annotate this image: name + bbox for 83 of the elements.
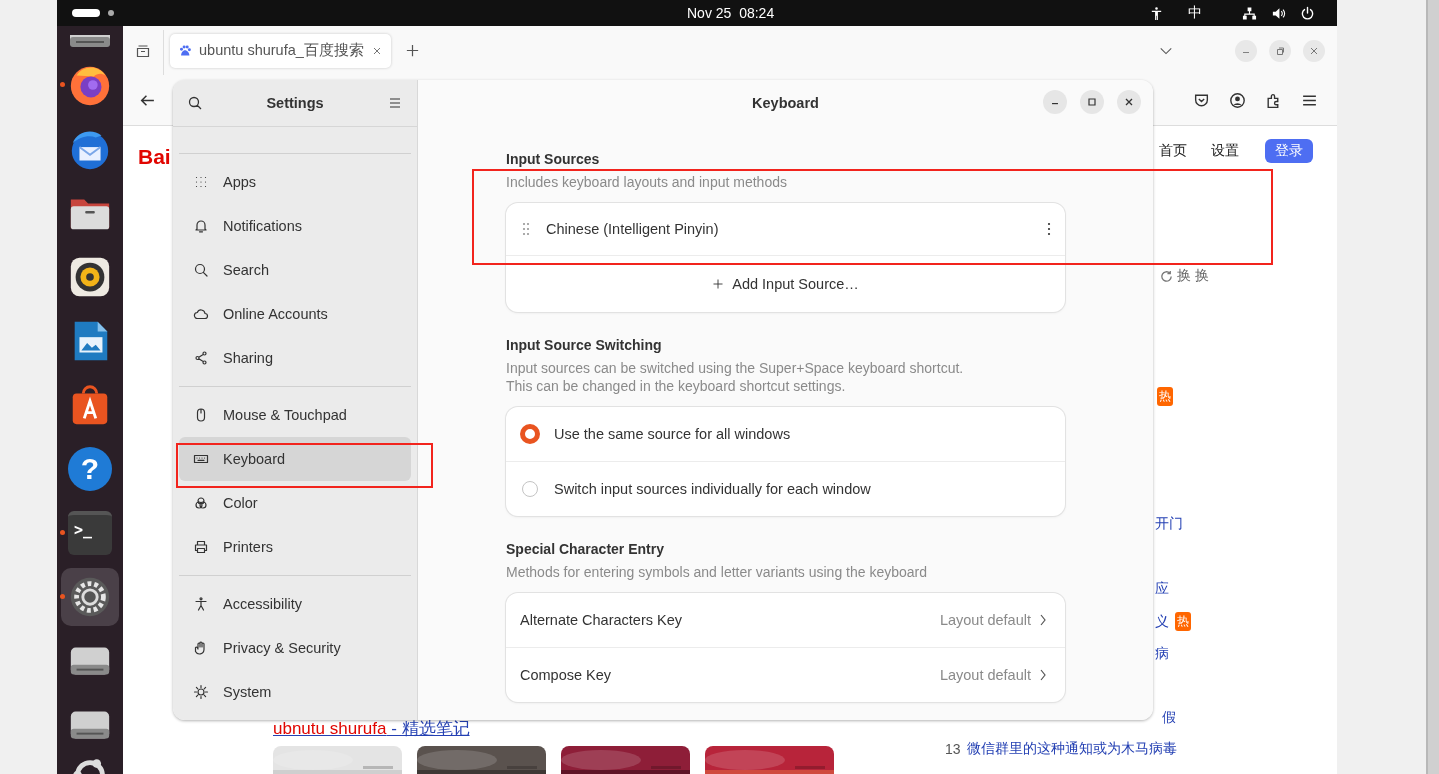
- search-icon[interactable]: [187, 95, 203, 111]
- drive-icon: [70, 35, 110, 47]
- chevron-right-icon: [1039, 667, 1047, 683]
- drag-handle-icon[interactable]: [522, 221, 530, 237]
- input-source-row[interactable]: Chinese (Intelligent Pinyin): [506, 203, 1065, 256]
- sidebar-item[interactable]: Online Accounts: [179, 292, 411, 336]
- share-icon: [193, 350, 209, 366]
- sidebar-title: Settings: [266, 95, 324, 111]
- news-link[interactable]: 义: [1155, 612, 1169, 631]
- section-description: Methods for entering symbols and letter variants using the keyboard: [506, 563, 928, 581]
- more-options-icon[interactable]: [1047, 221, 1051, 237]
- sidebar-item[interactable]: Apps: [179, 160, 411, 204]
- news-link[interactable]: 微信群里的这种通知或为木马病毒: [967, 740, 1177, 758]
- hot-tag: 热: [1175, 612, 1191, 631]
- sidebar-item[interactable]: Sharing: [179, 336, 411, 380]
- radio-option[interactable]: Use the same source for all windows: [506, 407, 1065, 462]
- launcher-button[interactable]: [61, 568, 119, 626]
- terminal-icon: >_: [68, 511, 112, 555]
- input-method-indicator[interactable]: 中: [1188, 4, 1202, 22]
- news-link[interactable]: 病: [1155, 645, 1169, 663]
- refresh-link[interactable]: 换 换: [1177, 267, 1209, 285]
- workspace-dot[interactable]: [108, 10, 114, 16]
- new-tab-icon[interactable]: [405, 43, 420, 58]
- close-button[interactable]: [1303, 39, 1325, 62]
- chevron-right-icon: [1039, 612, 1047, 628]
- printer-icon: [193, 539, 209, 555]
- power-icon[interactable]: [1300, 5, 1315, 21]
- minimize-icon: [1243, 51, 1249, 54]
- search-icon: [193, 262, 209, 278]
- network-icon[interactable]: [1242, 5, 1257, 21]
- launcher-button[interactable]: ?: [61, 440, 119, 498]
- section-title: Input Source Switching: [506, 336, 663, 354]
- grid-icon: [193, 174, 209, 190]
- rank-number: 13: [945, 741, 961, 757]
- account-icon[interactable]: [1229, 91, 1246, 109]
- settings-row[interactable]: Compose Key Layout default: [506, 648, 1065, 702]
- workspace-indicator[interactable]: [72, 9, 100, 17]
- refresh-icon[interactable]: [1159, 268, 1174, 284]
- section-title: Input Sources: [506, 150, 601, 168]
- close-button[interactable]: [1117, 90, 1141, 114]
- restore-button[interactable]: [1269, 39, 1291, 62]
- page-title: Keyboard: [752, 95, 819, 111]
- person-icon: [193, 596, 209, 612]
- result-link[interactable]: ubnutu shurufa - 精选笔记: [273, 717, 470, 740]
- cloud-icon: [193, 306, 209, 322]
- radio-option[interactable]: Switch input sources individually for each window: [506, 462, 1065, 516]
- pocket-icon[interactable]: [1193, 91, 1210, 109]
- person-icon[interactable]: [1149, 5, 1164, 21]
- maximize-button[interactable]: [1080, 90, 1104, 114]
- nav-link[interactable]: 首页: [1159, 142, 1187, 160]
- bell-icon: [193, 218, 209, 234]
- radio-button[interactable]: [520, 424, 540, 444]
- sidebar-item[interactable]: System: [179, 670, 411, 714]
- sidebar-item[interactable]: Search: [179, 248, 411, 292]
- nav-link[interactable]: 设置: [1211, 142, 1239, 160]
- hot-tag: 热: [1157, 387, 1173, 406]
- section-description: Input sources can be switched using the Super+Space keyboard shortcut. This can be changed in the keyboard shortcut settings.: [506, 359, 965, 395]
- add-input-source-button[interactable]: Add Input Source…: [506, 256, 1065, 312]
- settings-row[interactable]: Alternate Characters Key Layout default: [506, 593, 1065, 648]
- login-button[interactable]: 登录: [1265, 139, 1313, 163]
- news-link[interactable]: 开门: [1155, 515, 1183, 533]
- plus-icon: [712, 278, 725, 290]
- site-logo[interactable]: Bai: [138, 145, 171, 169]
- section-description: Includes keyboard layouts and input methods: [506, 173, 788, 191]
- help-icon: ?: [68, 447, 112, 491]
- launcher-button[interactable]: >_: [61, 504, 119, 562]
- section-title: Special Character Entry: [506, 540, 665, 558]
- browser-tab[interactable]: ubuntu shurufa_百度搜索: [170, 33, 391, 68]
- sidebar-item[interactable]: Printers: [179, 525, 411, 569]
- minimize-icon: [1052, 103, 1058, 105]
- news-link[interactable]: 应: [1155, 580, 1169, 598]
- sidebar-item[interactable]: Accessibility: [179, 582, 411, 626]
- sidebar-item[interactable]: Keyboard: [179, 437, 411, 481]
- gear-icon: [193, 684, 209, 700]
- sidebar-item[interactable]: Color: [179, 481, 411, 525]
- circles-icon: [193, 495, 209, 511]
- news-link[interactable]: 假: [1162, 709, 1176, 727]
- paw-icon: [178, 43, 192, 58]
- sidebar-item[interactable]: Mouse & Touchpad: [179, 393, 411, 437]
- tab-list-icon[interactable]: [135, 42, 151, 59]
- sidebar-item[interactable]: Privacy & Security: [179, 626, 411, 670]
- clock[interactable]: Nov 25 08:24: [687, 5, 775, 21]
- sidebar-item[interactable]: Notifications: [179, 204, 411, 248]
